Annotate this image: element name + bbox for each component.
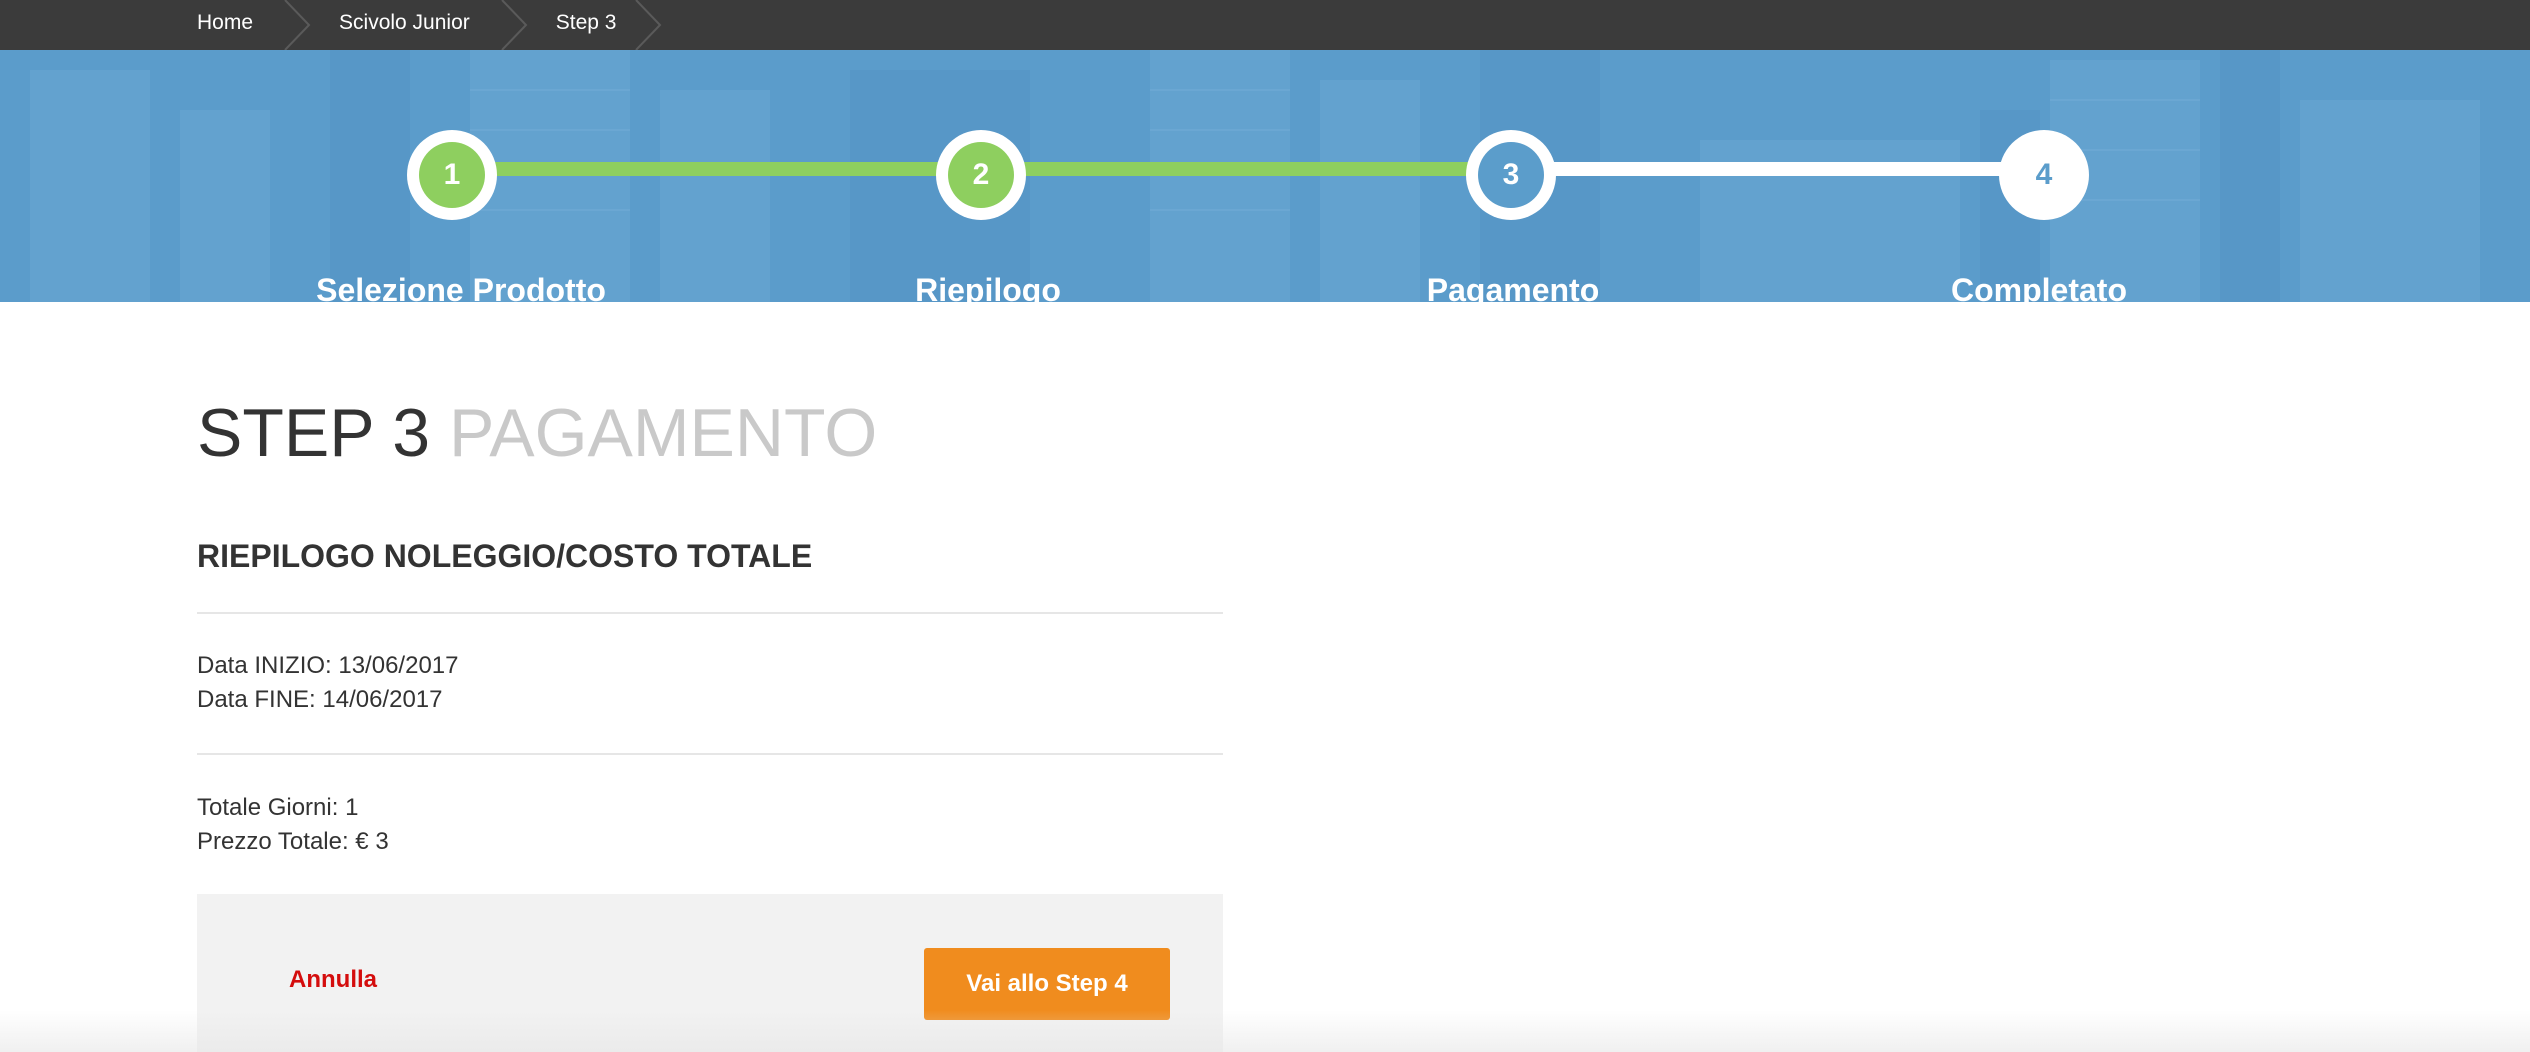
step-number: 2: [948, 142, 1014, 208]
step-number: 3: [1478, 142, 1544, 208]
divider: [197, 612, 1223, 614]
step-number: 1: [419, 142, 485, 208]
step-3-marker: 3: [1466, 130, 1556, 220]
step-1-marker: 1: [407, 130, 497, 220]
action-panel: Annulla Vai allo Step 4: [197, 894, 1223, 1052]
step-3-label: Pagamento: [1426, 272, 1600, 302]
step-1-label: Selezione Prodotto: [316, 272, 606, 302]
city-skyline-background: [0, 50, 2530, 302]
summary-heading: RIEPILOGO NOLEGGIO/COSTO TOTALE: [197, 538, 813, 574]
step-number: 4: [2011, 142, 2077, 208]
breadcrumb-label[interactable]: Home: [197, 11, 253, 34]
chevron-right-icon: [634, 0, 662, 50]
divider: [197, 753, 1223, 755]
breadcrumb-item-current: Step 3: [555, 0, 662, 50]
breadcrumb-label[interactable]: Scivolo Junior: [339, 11, 470, 34]
breadcrumb: Home Scivolo Junior Step 3: [197, 0, 662, 50]
page-title: STEP 3 PAGAMENTO: [197, 394, 877, 472]
cancel-link[interactable]: Annulla: [289, 966, 377, 994]
next-step-button[interactable]: Vai allo Step 4: [924, 948, 1170, 1020]
chevron-right-icon: [500, 0, 528, 50]
breadcrumb-label: Step 3: [555, 11, 617, 34]
step-4-label: Completato: [1951, 272, 2127, 302]
step-2-label: Riepilogo: [915, 272, 1061, 302]
breadcrumb-bar: Home Scivolo Junior Step 3: [0, 0, 2530, 50]
start-date: Data INIZIO: 13/06/2017: [197, 652, 459, 679]
page-title-step: STEP 3: [197, 395, 431, 471]
chevron-right-icon: [283, 0, 311, 50]
end-date: Data FINE: 14/06/2017: [197, 686, 443, 713]
total-days: Totale Giorni: 1: [197, 794, 359, 821]
step-4-marker: 4: [1999, 130, 2089, 220]
breadcrumb-item-home[interactable]: Home: [197, 0, 339, 50]
progress-track-remaining: [1512, 162, 2048, 176]
page-title-name: PAGAMENTO: [449, 395, 878, 471]
step-2-marker: 2: [936, 130, 1026, 220]
progress-stepper: 1 2 3 4 Selezione Prodotto Riepilogo Pag…: [0, 50, 2530, 302]
total-price: Prezzo Totale: € 3: [197, 828, 389, 855]
breadcrumb-item-product[interactable]: Scivolo Junior: [339, 0, 556, 50]
